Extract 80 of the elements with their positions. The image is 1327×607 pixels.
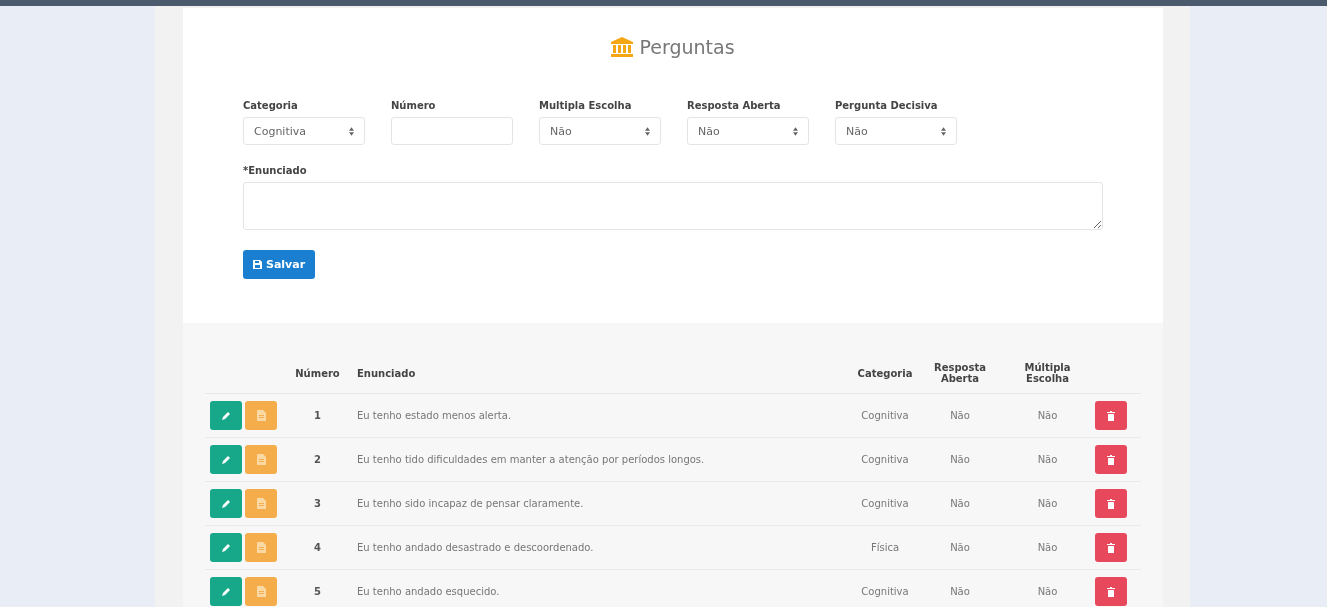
delete-button[interactable] (1095, 533, 1127, 562)
table-cell-text: Eu tenho estado menos alerta. (356, 410, 513, 421)
select-arrows-icon (645, 126, 650, 136)
page-title: Perguntas (639, 36, 735, 58)
document-icon (256, 498, 266, 509)
document-icon (256, 542, 266, 553)
floppy-icon (253, 260, 262, 269)
edit-button[interactable] (210, 401, 242, 430)
table-cell-text: Eu tenho andado esquecido. (356, 586, 501, 597)
column-header: Múltipla Escolha (1023, 362, 1072, 384)
table-cell-text: 4 (313, 542, 322, 553)
select-arrows-icon (941, 126, 946, 136)
pencil-icon (221, 498, 231, 509)
field-label: Categoria (243, 100, 299, 111)
document-button[interactable] (245, 577, 277, 606)
delete-button[interactable] (1095, 445, 1127, 474)
column-header: Categoria (857, 367, 913, 379)
field-label: Multipla Escolha (539, 100, 633, 111)
field-label: Número (391, 100, 437, 111)
table-cell-text: Não (949, 410, 971, 421)
edit-button[interactable] (210, 489, 242, 518)
delete-button[interactable] (1095, 577, 1127, 606)
pencil-icon (221, 454, 231, 465)
statement-field[interactable] (243, 182, 1103, 230)
trash-icon (1107, 410, 1115, 421)
table-cell-text: Cognitiva (860, 498, 910, 509)
select-field[interactable]: Não (687, 117, 809, 145)
table-cell-text: Cognitiva (860, 410, 910, 421)
save-button[interactable]: Salvar (243, 250, 316, 279)
field-label: Pergunta Decisiva (835, 100, 939, 111)
edit-button[interactable] (210, 533, 242, 562)
column-header: Resposta Aberta (933, 362, 987, 384)
table-cell-text: Não (1036, 498, 1059, 509)
table-cell-text: Não (1036, 410, 1059, 421)
table-cell-text: 1 (313, 410, 322, 421)
field-label: *Enunciado (243, 165, 308, 176)
document-button[interactable] (245, 489, 277, 518)
table-cell-text: Não (949, 586, 971, 597)
bank-icon (611, 37, 634, 57)
table-cell-text: Não (949, 542, 971, 553)
field-label: Resposta Aberta (687, 100, 782, 111)
delete-button[interactable] (1095, 401, 1127, 430)
table-cell-text: Não (949, 454, 971, 465)
select-field[interactable]: Não (835, 117, 957, 145)
pencil-icon (221, 542, 231, 553)
select-arrows-icon (349, 126, 354, 136)
table-cell-text: Física (869, 542, 901, 553)
table-cell-text: 3 (313, 498, 322, 509)
table-cell-text: Cognitiva (860, 454, 910, 465)
trash-icon (1107, 498, 1115, 509)
document-button[interactable] (245, 533, 277, 562)
document-icon (256, 586, 266, 597)
document-button[interactable] (245, 401, 277, 430)
table-cell-text: Eu tenho andado desastrado e descoordenado. (356, 542, 595, 553)
table-cell-text: Cognitiva (860, 586, 910, 597)
pencil-icon (221, 410, 231, 421)
pencil-icon (221, 586, 231, 597)
select-arrows-icon (793, 126, 798, 136)
edit-button[interactable] (210, 445, 242, 474)
select-field[interactable]: Cognitiva (243, 117, 365, 145)
delete-button[interactable] (1095, 489, 1127, 518)
document-icon (256, 410, 266, 421)
select-field[interactable]: Não (539, 117, 661, 145)
document-button[interactable] (245, 445, 277, 474)
table-cell-text: Não (1036, 586, 1059, 597)
table-cell-text: Não (1036, 542, 1059, 553)
trash-icon (1107, 586, 1115, 597)
trash-icon (1107, 454, 1115, 465)
column-header: Enunciado (356, 367, 417, 379)
edit-button[interactable] (210, 577, 242, 606)
document-icon (256, 454, 266, 465)
table-cell-text: 2 (313, 454, 322, 465)
trash-icon (1107, 542, 1115, 553)
input-field[interactable] (391, 117, 513, 145)
column-header: Número (295, 367, 340, 379)
table-cell-text: Eu tenho sido incapaz de pensar claramente. (356, 498, 585, 509)
table-cell-text: Não (1036, 454, 1059, 465)
table-cell-text: 5 (313, 586, 322, 597)
table-cell-text: Não (949, 498, 971, 509)
table-cell-text: Eu tenho tido dificuldades em manter a atenção por períodos longos. (356, 454, 706, 465)
